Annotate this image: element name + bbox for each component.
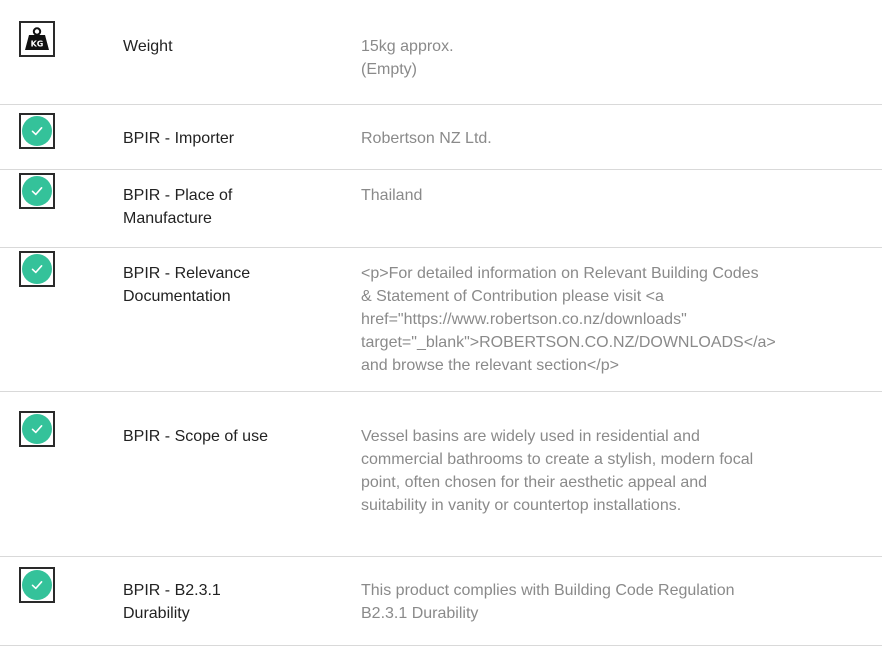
spec-value-place-of-manufacture: Thailand	[361, 184, 871, 207]
value-line: target="_blank">ROBERTSON.CO.NZ/DOWNLOAD…	[361, 334, 776, 351]
label-line: BPIR - Importer	[123, 130, 235, 147]
label-line: BPIR - Scope of use	[123, 428, 268, 445]
label-line: BPIR - Place of	[123, 187, 233, 204]
value-line: href="https://www.robertson.co.nz/downlo…	[361, 311, 687, 328]
svg-text:KG: KG	[31, 40, 44, 49]
weight-kg-glyph: KG	[25, 27, 49, 50]
check-circle-icon	[19, 567, 55, 603]
value-line: & Statement of Contribution please visit…	[361, 288, 664, 305]
spec-row-relevance-documentation: BPIR - Relevance Documentation <p>For de…	[0, 248, 882, 392]
spec-row-weight: KG Weight 15kg approx. (Empty)	[0, 0, 882, 105]
value-line: Vessel basins are widely used in residen…	[361, 428, 700, 445]
label-line: Manufacture	[123, 210, 212, 227]
spec-label-relevance-documentation: BPIR - Relevance Documentation	[123, 262, 323, 308]
value-line: suitability in vanity or countertop inst…	[361, 497, 682, 514]
spec-label-importer: BPIR - Importer	[123, 127, 323, 150]
label-line: BPIR - Relevance	[123, 265, 251, 282]
value-line: commercial bathrooms to create a stylish…	[361, 451, 754, 468]
spec-label-scope-of-use: BPIR - Scope of use	[123, 425, 323, 448]
product-spec-table: KG Weight 15kg approx. (Empty) BPIR - Im…	[0, 0, 882, 646]
label-line: BPIR - B2.3.1	[123, 582, 221, 599]
label-line: Documentation	[123, 288, 231, 305]
label-line: Durability	[123, 605, 190, 622]
spec-row-place-of-manufacture: BPIR - Place of Manufacture Thailand	[0, 170, 882, 248]
value-line: Thailand	[361, 187, 423, 204]
check-circle-icon	[19, 173, 55, 209]
value-line: (Empty)	[361, 61, 417, 78]
spec-value-relevance-documentation: <p>For detailed information on Relevant …	[361, 262, 871, 377]
spec-row-scope-of-use: BPIR - Scope of use Vessel basins are wi…	[0, 392, 882, 557]
spec-label-durability: BPIR - B2.3.1 Durability	[123, 579, 323, 625]
value-line: Robertson NZ Ltd.	[361, 130, 492, 147]
spec-value-durability: This product complies with Building Code…	[361, 579, 871, 625]
value-line: B2.3.1 Durability	[361, 605, 479, 622]
check-circle-icon	[19, 251, 55, 287]
value-line: This product complies with Building Code…	[361, 582, 735, 599]
spec-row-importer: BPIR - Importer Robertson NZ Ltd.	[0, 105, 882, 170]
spec-value-weight: 15kg approx. (Empty)	[361, 35, 871, 81]
value-line: 15kg approx.	[361, 38, 454, 55]
spec-value-scope-of-use: Vessel basins are widely used in residen…	[361, 425, 871, 517]
check-circle-icon	[19, 113, 55, 149]
spec-value-importer: Robertson NZ Ltd.	[361, 127, 871, 150]
value-line: and browse the relevant section</p>	[361, 357, 619, 374]
value-line: <p>For detailed information on Relevant …	[361, 265, 759, 282]
check-circle-icon	[19, 411, 55, 447]
spec-label-place-of-manufacture: BPIR - Place of Manufacture	[123, 184, 323, 230]
spec-row-durability: BPIR - B2.3.1 Durability This product co…	[0, 557, 882, 646]
label-line: Weight	[123, 38, 173, 55]
value-line: point, often chosen for their aesthetic …	[361, 474, 708, 491]
weight-kg-icon: KG	[19, 21, 55, 57]
spec-label-weight: Weight	[123, 35, 323, 58]
